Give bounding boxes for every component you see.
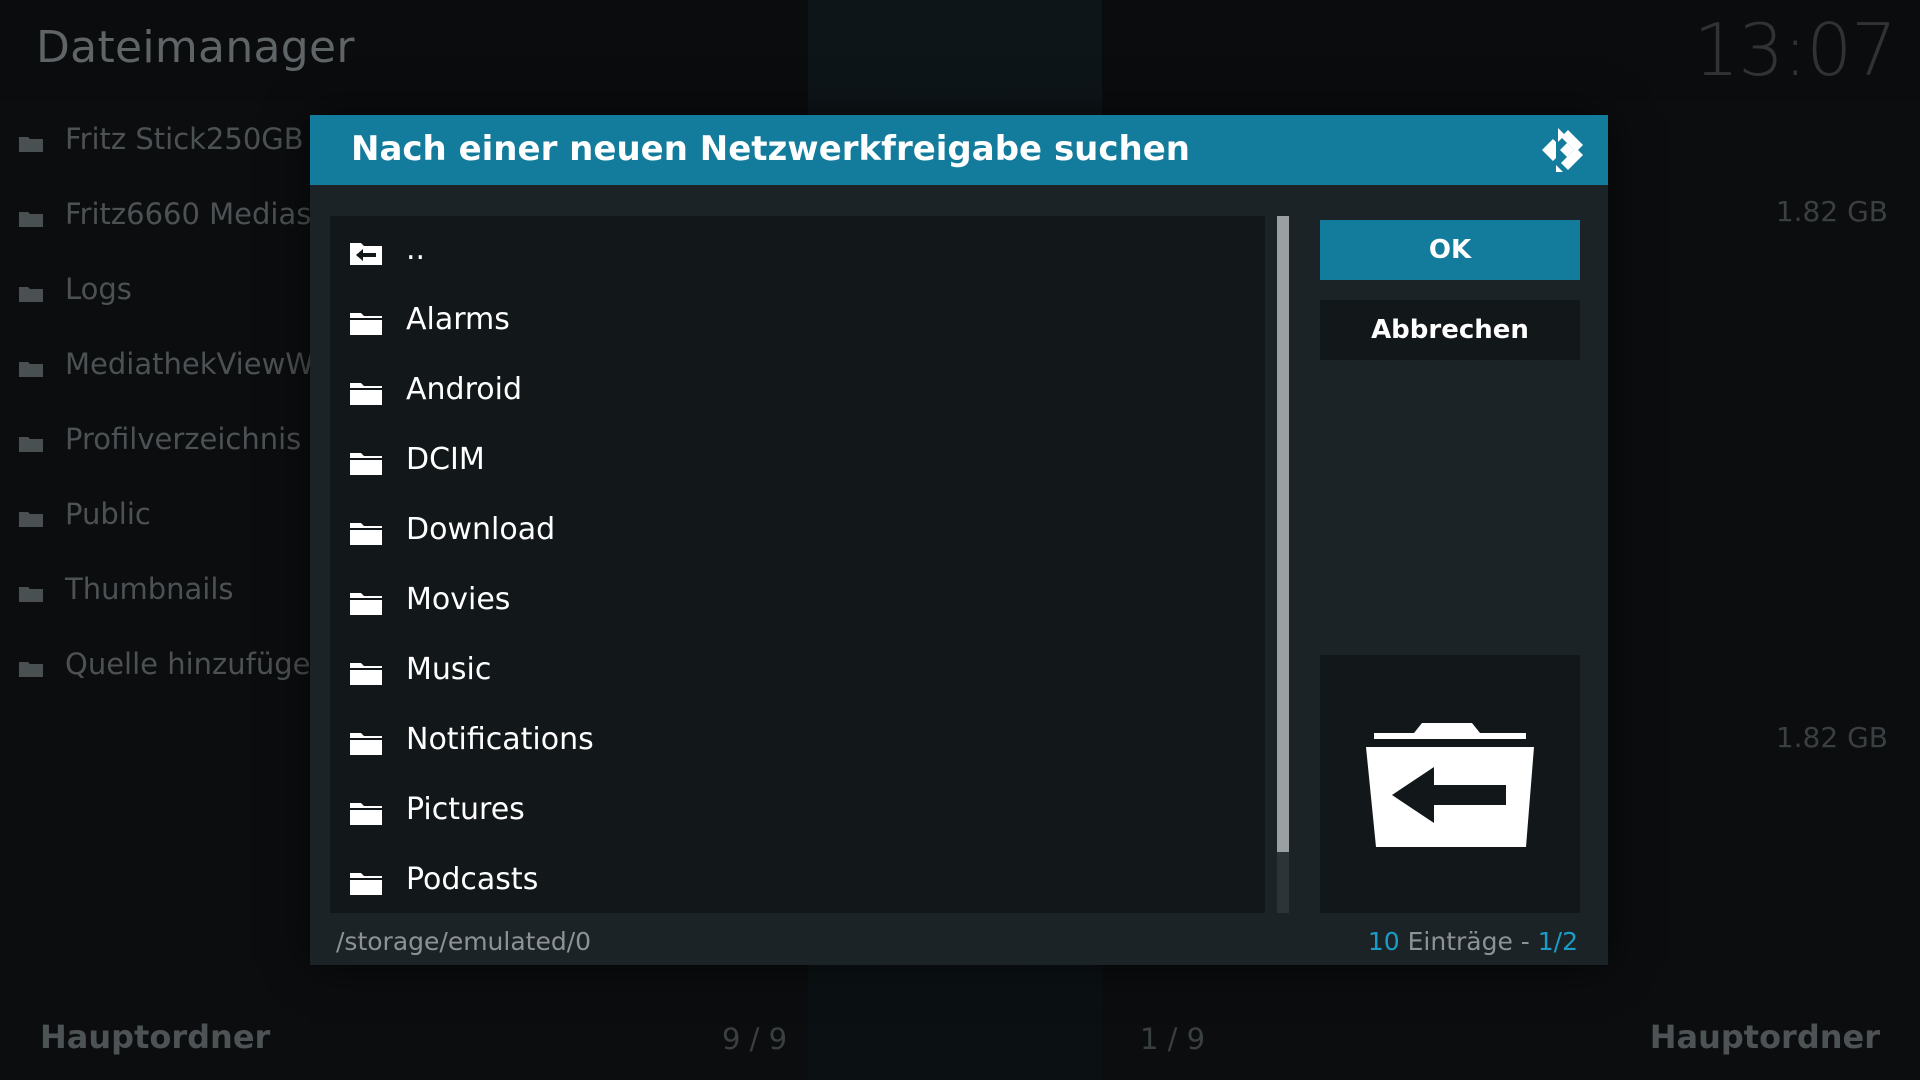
folder-icon [350,593,382,615]
list-item[interactable]: Podcasts [330,846,1265,916]
list-item[interactable]: Pictures [330,776,1265,846]
current-path: /storage/emulated/0 [336,927,592,956]
list-item-label: Android [406,372,522,407]
folder-icon [19,437,43,452]
source-item[interactable]: Quelle hinzufügen [0,630,329,705]
folder-icon [350,733,382,755]
folder-icon [19,662,43,677]
cancel-button[interactable]: Abbrechen [1320,300,1580,360]
source-item[interactable]: Fritz Stick250GB [0,105,320,180]
folder-icon [19,512,43,527]
source-item[interactable]: Logs [0,255,320,330]
source-item[interactable]: Public [0,480,320,555]
source-size: 1.82 GB [1775,721,1888,754]
folder-icon [350,803,382,825]
right-item-count: 1 / 9 [1140,1022,1206,1056]
list-item-label: Podcasts [406,862,539,897]
folder-icon [19,137,43,152]
folder-icon [350,663,382,685]
source-item-label: Fritz Stick250GB [65,122,304,156]
browse-network-share-dialog: Nach einer neuen Netzwerkfreigabe suchen… [310,115,1608,965]
kodi-file-manager-screen: Dateimanager 13:07 Fritz Stick250GB Frit… [0,0,1920,1080]
page-title: Dateimanager [36,22,355,73]
source-item-label: Logs [65,272,132,306]
folder-icon [19,287,43,302]
source-item[interactable]: Thumbnails [0,555,320,630]
list-item-label: Alarms [406,302,510,337]
source-item[interactable]: MediathekViewWe [0,330,330,405]
folder-icon [350,313,382,335]
entry-count: 10 Einträge - 1/2 [1368,927,1578,956]
dialog-title: Nach einer neuen Netzwerkfreigabe suchen [351,129,1191,169]
list-item-parent[interactable]: .. [330,216,1265,286]
list-item-label: Pictures [406,792,525,827]
list-item[interactable]: DCIM [330,426,1265,496]
folder-icon [19,587,43,602]
source-item-label: Fritz6660 Mediaser [65,197,342,231]
selected-item-preview [1320,655,1580,913]
source-item[interactable]: Profilverzeichnis [0,405,320,480]
folder-icon [19,362,43,377]
folder-back-icon [1366,723,1534,847]
entry-count-label: Einträge - [1399,927,1538,956]
list-item-label: Movies [406,582,511,617]
list-scrollbar[interactable] [1277,216,1289,913]
folder-icon [350,523,382,545]
bottom-right-label: Hauptordner [1649,1018,1880,1056]
kodi-logo-icon [1542,128,1583,172]
list-item[interactable]: Android [330,356,1265,426]
sources-list: Fritz Stick250GB Fritz6660 Mediaser Logs… [0,105,341,705]
list-item[interactable]: Music [330,636,1265,706]
source-item-label: Profilverzeichnis [65,422,302,456]
source-size: 1.82 GB [1775,195,1888,228]
source-item-label: MediathekViewWe [65,347,331,381]
list-item[interactable]: Alarms [330,286,1265,356]
scrollbar-thumb[interactable] [1277,216,1289,852]
list-item-label: Notifications [406,722,594,757]
list-item[interactable]: Download [330,496,1265,566]
list-item[interactable]: Movies [330,566,1265,636]
left-item-count: 9 / 9 [722,1022,788,1056]
list-item-label: Download [406,512,556,547]
dialog-header: Nach einer neuen Netzwerkfreigabe suchen [310,115,1608,185]
source-item[interactable]: Fritz6660 Mediaser [0,180,341,255]
page-indicator: 1/2 [1537,927,1578,956]
source-item-label: Quelle hinzufügen [65,647,329,681]
list-item-label: .. [406,232,426,267]
folder-icon [350,383,382,405]
list-item-label: Music [406,652,492,687]
list-item-label: DCIM [406,442,485,477]
folder-back-icon [350,243,382,265]
bottom-left-label: Hauptordner [40,1018,271,1056]
ok-button[interactable]: OK [1320,220,1580,280]
folder-icon [19,212,43,227]
entry-count-number: 10 [1367,927,1400,956]
list-item[interactable]: Notifications [330,706,1265,776]
source-item-label: Thumbnails [65,572,234,606]
folder-list: .. Alarms Android DCIM Download Movies M… [330,216,1265,913]
clock: 13:07 [1693,8,1897,92]
folder-icon [350,453,382,475]
source-item-label: Public [65,497,151,531]
folder-icon [350,873,382,895]
